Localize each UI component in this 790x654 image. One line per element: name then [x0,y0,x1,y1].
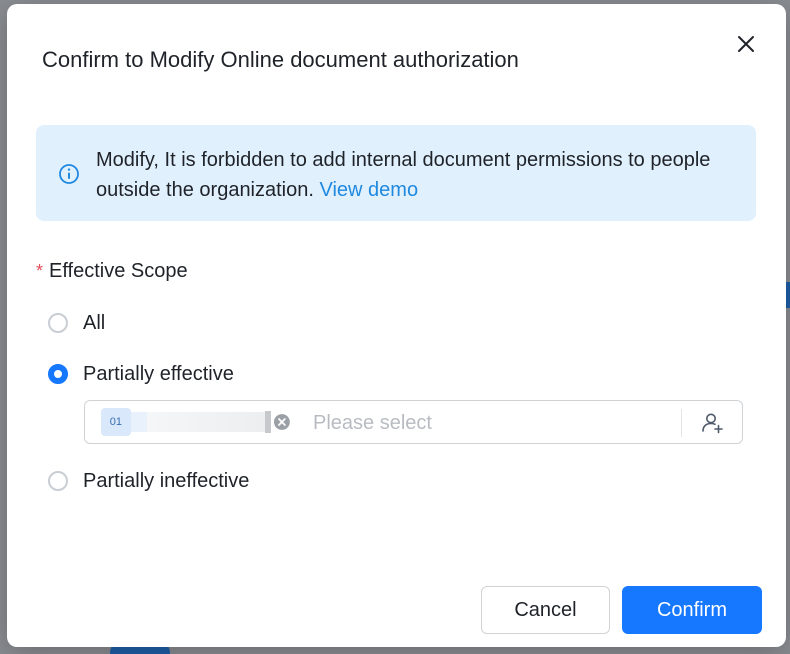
radio-label: Partially effective [83,363,234,385]
radio-circle[interactable] [48,313,68,333]
dialog-title: Confirm to Modify Online document author… [42,47,519,72]
effective-scope-label: * Effective Scope [36,258,188,284]
radio-label: Partially ineffective [83,470,250,492]
view-demo-link[interactable]: View demo [320,179,419,201]
tag-divider [265,411,272,433]
select-placeholder: Please select [313,412,432,434]
select-divider [681,409,682,437]
close-icon [738,36,754,52]
radio-circle[interactable] [48,471,68,491]
info-message: Modify, It is forbidden to add internal … [96,145,736,205]
confirm-button[interactable]: Confirm [622,586,762,634]
required-mark: * [36,261,44,281]
confirm-dialog: Confirm to Modify Online document author… [7,4,786,647]
avatar: 01 [101,408,131,436]
effective-scope-text: Effective Scope [49,260,188,282]
radio-partially-effective[interactable]: Partially effective [48,361,234,387]
info-circle-icon [59,164,79,184]
member-select[interactable]: 01 Please select [84,400,743,444]
member-name-redacted [146,412,266,432]
cancel-button[interactable]: Cancel [481,586,610,634]
member-name [130,412,147,432]
radio-all[interactable]: All [48,310,105,336]
close-button[interactable] [734,32,758,56]
radio-circle-checked[interactable] [48,364,68,384]
selected-member-tag: 01 [101,408,291,436]
close-circle-icon[interactable] [273,413,291,431]
radio-partially-ineffective[interactable]: Partially ineffective [48,468,249,494]
info-alert: Modify, It is forbidden to add internal … [36,125,756,221]
add-person-icon[interactable] [700,411,724,435]
radio-label: All [83,312,106,334]
